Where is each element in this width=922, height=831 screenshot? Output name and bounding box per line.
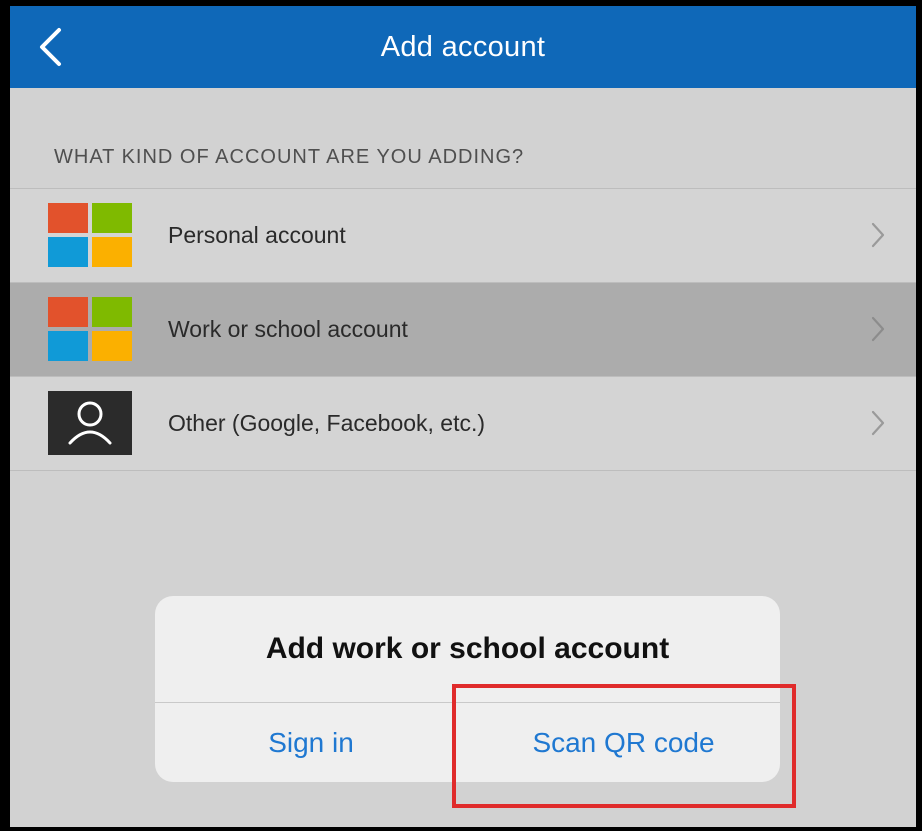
chevron-right-icon xyxy=(871,222,885,248)
account-type-list: Personal account Work or school account xyxy=(10,188,916,471)
dialog-title: Add work or school account xyxy=(265,632,670,665)
work-or-school-account-row[interactable]: Work or school account xyxy=(10,283,916,377)
sign-in-button[interactable]: Sign in xyxy=(155,703,467,782)
screenshot-frame: Add account WHAT KIND OF ACCOUNT ARE YOU… xyxy=(0,0,922,831)
chevron-right-icon xyxy=(871,316,885,342)
chevron-right-icon xyxy=(871,410,885,436)
add-work-account-dialog: Add work or school account Sign in Scan … xyxy=(155,596,780,782)
other-account-row[interactable]: Other (Google, Facebook, etc.) xyxy=(10,377,916,471)
personal-account-row[interactable]: Personal account xyxy=(10,189,916,283)
account-row-label: Other (Google, Facebook, etc.) xyxy=(168,410,486,436)
app-screen: Add account WHAT KIND OF ACCOUNT ARE YOU… xyxy=(10,6,916,827)
microsoft-logo-icon xyxy=(48,203,132,267)
scan-qr-code-button[interactable]: Scan QR code xyxy=(467,703,780,782)
account-row-label: Work or school account xyxy=(168,316,408,342)
account-row-label: Personal account xyxy=(168,222,346,248)
nav-bar: Add account xyxy=(10,6,916,88)
page-title: Add account xyxy=(380,30,546,63)
section-header: WHAT KIND OF ACCOUNT ARE YOU ADDING? xyxy=(54,146,525,168)
microsoft-logo-icon xyxy=(48,297,132,361)
user-icon xyxy=(48,391,132,455)
